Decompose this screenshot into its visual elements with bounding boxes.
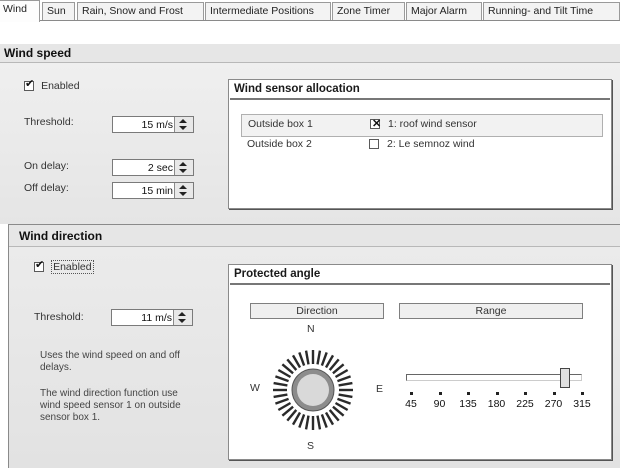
direction-label: Direction	[250, 303, 384, 319]
sensor-checkbox[interactable]: ✕	[370, 118, 382, 130]
wind-direction-header: Wind direction	[9, 225, 620, 247]
on-delay-label: On delay:	[24, 160, 69, 172]
off-delay-spinner[interactable]: 15 min	[112, 182, 194, 199]
compass-tick	[316, 350, 322, 365]
spinner-buttons[interactable]	[174, 183, 193, 198]
sensor-checkbox[interactable]	[369, 139, 379, 149]
arrow-down-icon	[178, 319, 186, 323]
spinner-value: 11 m/s	[141, 312, 172, 324]
tab-sun[interactable]: Sun	[42, 2, 75, 21]
off-delay-label: Off delay:	[24, 182, 69, 194]
arrow-down-icon	[179, 192, 187, 196]
wind-direction-note-delays: Uses the wind speed on and off delays.	[40, 350, 180, 373]
compass-tick	[338, 381, 353, 387]
compass-tick	[320, 352, 328, 366]
range-tick-label: 315	[573, 398, 591, 410]
spinner-value: 15 min	[141, 185, 173, 197]
tab-bar: Wind Sun Rain, Snow and Frost Intermedia…	[0, 0, 620, 22]
wind-direction-enabled-label: Enabled	[51, 260, 94, 274]
compass-rose-icon[interactable]	[261, 338, 365, 442]
range-ticks: 45 90 135 180 225 270 315	[0, 392, 620, 422]
range-tick-mark	[467, 392, 470, 395]
x-mark-icon: ✕	[372, 118, 382, 130]
range-tick-mark	[552, 392, 556, 395]
wind-sensor-allocation-group: Wind sensor allocation Outside box 1 ✕ 1…	[228, 79, 612, 209]
arrow-up-icon	[178, 312, 186, 316]
sensor-row-2: Outside box 2 2: Le semnoz wind	[241, 135, 601, 156]
wind-speed-enabled-label: Enabled	[41, 80, 80, 92]
tab-running-tilt-time[interactable]: Running- and Tilt Time	[483, 2, 620, 21]
range-tick-label: 270	[544, 398, 563, 410]
wind-speed-header: Wind speed	[0, 44, 620, 63]
arrow-up-icon	[179, 185, 187, 189]
tab-intermediate-positions[interactable]: Intermediate Positions	[205, 2, 331, 21]
range-label: Range	[399, 303, 583, 319]
tab-major-alarm[interactable]: Major Alarm	[406, 2, 482, 21]
range-tick-label: 180	[487, 398, 506, 410]
spinner-buttons[interactable]	[173, 310, 192, 325]
sensor-row-1: Outside box 1 ✕ 1: roof wind sensor	[241, 114, 603, 137]
sensor-name: 1: roof wind sensor	[388, 118, 477, 130]
wind-sensor-allocation-title: Wind sensor allocation	[230, 80, 610, 100]
range-tick-mark	[438, 392, 442, 395]
wind-direction-threshold-label: Threshold:	[34, 311, 84, 323]
compass-tick	[298, 352, 306, 366]
compass-tick	[275, 375, 289, 383]
protected-angle-title: Protected angle	[230, 265, 610, 285]
on-delay-spinner[interactable]: 2 sec	[112, 159, 194, 176]
arrow-down-icon	[179, 169, 187, 173]
tab-zone-timer[interactable]: Zone Timer	[332, 2, 405, 21]
range-tick-label: 45	[405, 398, 417, 410]
range-tick-mark	[524, 392, 527, 395]
spinner-value: 2 sec	[147, 162, 173, 174]
range-slider-track[interactable]	[406, 374, 582, 381]
wind-speed-title: Wind speed	[4, 46, 72, 60]
range-tick-mark	[581, 392, 584, 395]
check-icon: ✔	[35, 259, 45, 272]
wind-speed-enabled-checkbox[interactable]: ✔ Enabled	[24, 78, 80, 92]
compass-north-label: N	[307, 323, 315, 335]
range-tick-label: 225	[516, 398, 534, 410]
compass-tick	[304, 350, 310, 365]
wind-direction-enabled-checkbox[interactable]: ✔ Enabled	[34, 259, 94, 274]
range-tick-mark	[495, 392, 499, 395]
range-tick-mark	[410, 392, 413, 395]
wind-speed-threshold-spinner[interactable]: 15 m/s	[112, 116, 194, 133]
range-slider-thumb[interactable]	[559, 368, 570, 388]
check-icon: ✔	[25, 78, 35, 91]
wind-speed-threshold-label: Threshold:	[24, 116, 74, 128]
spinner-buttons[interactable]	[174, 160, 193, 175]
spinner-buttons[interactable]	[174, 117, 193, 132]
arrow-up-icon	[179, 119, 187, 123]
sensor-name: 2: Le semnoz wind	[387, 138, 475, 150]
wind-direction-title: Wind direction	[19, 229, 103, 243]
spinner-value: 15 m/s	[141, 119, 173, 131]
wind-direction-threshold-spinner[interactable]: 11 m/s	[111, 309, 193, 326]
sensor-box-label: Outside box 1	[248, 118, 313, 130]
range-tick-label: 90	[433, 398, 446, 410]
tab-rain-snow-frost[interactable]: Rain, Snow and Frost	[77, 2, 204, 21]
compass-tick	[337, 375, 351, 383]
range-tick-label: 135	[459, 398, 477, 410]
compass-tick	[273, 381, 288, 387]
arrow-up-icon	[179, 162, 187, 166]
tab-wind[interactable]: Wind	[0, 0, 40, 22]
arrow-down-icon	[179, 126, 187, 130]
sensor-box-label: Outside box 2	[247, 138, 312, 150]
